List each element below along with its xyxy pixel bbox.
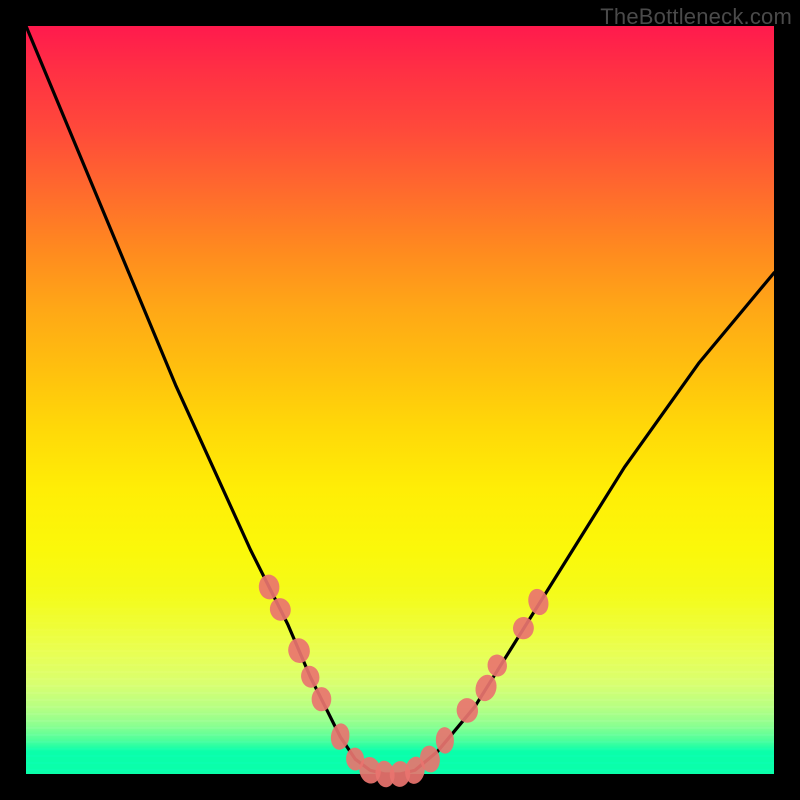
curve-marker	[267, 596, 293, 623]
watermark-text: TheBottleneck.com	[600, 4, 792, 30]
curve-marker	[456, 697, 479, 723]
bottleneck-curve-path	[26, 26, 774, 774]
bottleneck-curve-svg	[26, 26, 774, 774]
curve-markers	[258, 574, 551, 789]
plot-area	[26, 26, 774, 774]
chart-frame: TheBottleneck.com	[0, 0, 800, 800]
curve-marker	[473, 672, 500, 703]
curve-marker	[512, 616, 535, 640]
curve-marker	[299, 664, 321, 689]
curve-marker	[258, 574, 280, 600]
curve-marker	[312, 687, 332, 711]
curve-marker	[286, 637, 311, 665]
